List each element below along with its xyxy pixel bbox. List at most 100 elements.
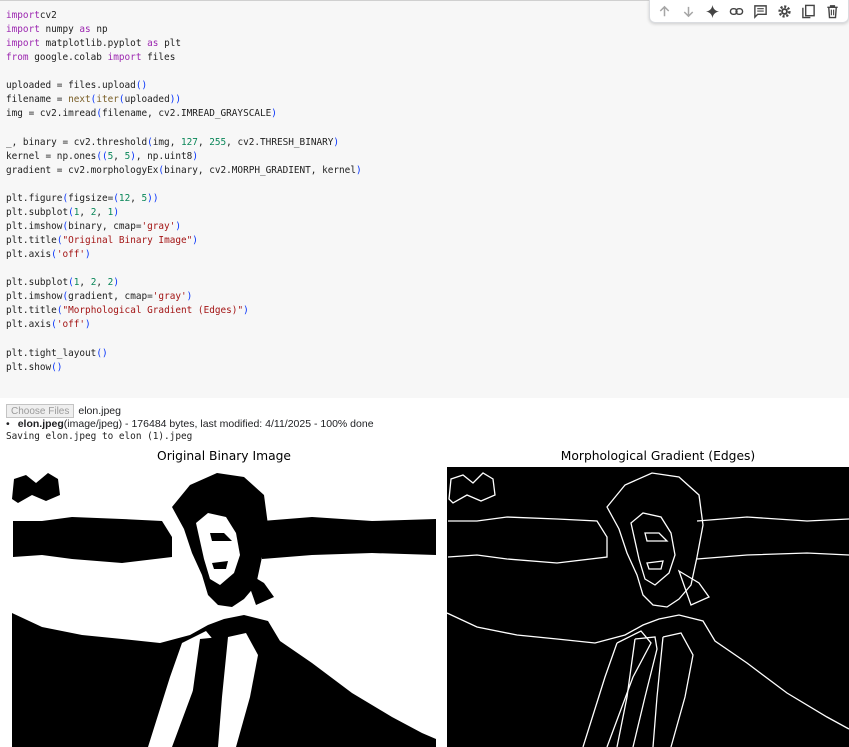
code-token: gradient = cv2.morphologyEx bbox=[6, 164, 159, 176]
code-token: np bbox=[90, 24, 108, 36]
code-token: numpy bbox=[39, 24, 80, 36]
code-line: filename = next(iter(uploaded)) bbox=[6, 93, 362, 107]
code-line: plt.figure(figsize=(12, 5)) bbox=[6, 192, 362, 206]
code-token: plt bbox=[158, 38, 181, 50]
code-token: , bbox=[79, 277, 91, 289]
cell-toolbar bbox=[649, 0, 849, 23]
code-line: plt.imshow(binary, cmap='gray') bbox=[6, 220, 362, 234]
code-token: ) bbox=[113, 277, 119, 289]
code-token: files bbox=[141, 52, 176, 64]
code-token: plt.axis bbox=[6, 249, 52, 261]
code-line: plt.subplot(1, 2, 2) bbox=[6, 276, 362, 290]
delete-button[interactable] bbox=[820, 0, 844, 22]
code-token: ) bbox=[192, 150, 198, 162]
code-token: ) bbox=[271, 108, 277, 120]
gemini-button[interactable] bbox=[700, 0, 724, 22]
code-line: importcv2 bbox=[6, 9, 362, 23]
code-token: img = cv2.imread bbox=[6, 108, 97, 120]
sparkle-icon bbox=[705, 4, 719, 18]
code-line: import numpy as np bbox=[6, 23, 362, 37]
code-line: plt.imshow(gradient, cmap='gray') bbox=[6, 290, 362, 304]
code-token: plt.subplot bbox=[6, 206, 69, 218]
gear-icon bbox=[777, 4, 791, 18]
bullet: • bbox=[6, 418, 10, 430]
code-token: ) bbox=[192, 235, 198, 246]
code-token: , np.uint8 bbox=[135, 150, 193, 162]
code-token: iter bbox=[96, 94, 119, 106]
code-token: plt.imshow bbox=[6, 220, 63, 232]
link-button[interactable] bbox=[724, 0, 748, 22]
mirror-cell-button[interactable] bbox=[796, 0, 820, 22]
code-token: binary, cmap= bbox=[68, 220, 142, 232]
code-token: import bbox=[6, 24, 40, 36]
code-line: uploaded = files.upload() bbox=[6, 79, 362, 93]
code-token: plt.title bbox=[6, 235, 57, 246]
trash-icon bbox=[826, 4, 838, 18]
code-token: () bbox=[51, 361, 63, 373]
code-token: uploaded = files.upload bbox=[6, 80, 136, 92]
code-token: ) bbox=[175, 220, 182, 232]
code-token: )) bbox=[147, 192, 159, 204]
comment-icon bbox=[753, 4, 767, 19]
code-token: google.colab bbox=[28, 52, 108, 64]
move-up-button[interactable] bbox=[652, 0, 676, 22]
code-token: 127 bbox=[181, 136, 198, 148]
code-token: ) bbox=[113, 206, 119, 218]
choose-files-button[interactable]: Choose Files bbox=[6, 404, 75, 418]
code-token: as bbox=[79, 24, 91, 36]
right-plot-title: Morphological Gradient (Edges) bbox=[560, 449, 756, 463]
code-line: plt.tight_layout() bbox=[6, 347, 362, 361]
comment-button[interactable] bbox=[748, 0, 772, 22]
code-token: import bbox=[6, 38, 40, 50]
code-editor[interactable]: importcv2 import numpy as np import matplo… bbox=[6, 9, 362, 375]
code-line: plt.title("Morphological Gradient (Edges… bbox=[6, 304, 362, 318]
code-token: binary, cv2.MORPH_GRADIENT, kernel bbox=[164, 164, 356, 176]
code-token: "Morphological Gradient (Edges)" bbox=[62, 305, 244, 317]
code-line: plt.show() bbox=[6, 361, 362, 375]
code-token: ) bbox=[355, 164, 362, 176]
code-line: gradient = cv2.morphologyEx(binary, cv2.… bbox=[6, 164, 362, 178]
code-token: ) bbox=[85, 249, 91, 261]
code-token: plt.subplot bbox=[6, 277, 69, 289]
code-line: plt.subplot(1, 2, 1) bbox=[6, 206, 362, 220]
uploaded-file-detail: (image/jpeg) - 176484 bytes, last modifi… bbox=[63, 418, 374, 430]
link-icon bbox=[729, 7, 743, 15]
code-token: 255 bbox=[209, 136, 227, 148]
gradient-image-plot bbox=[447, 467, 849, 747]
code-token: 'gray' bbox=[152, 291, 187, 303]
uploaded-file-name: elon.jpeg bbox=[17, 418, 64, 430]
code-token: 'off' bbox=[56, 319, 86, 331]
code-token: , bbox=[197, 136, 210, 148]
code-token: _, binary = cv2.threshold bbox=[6, 136, 148, 148]
uploaded-file-info: • elon.jpeg (image/jpeg) - 176484 bytes,… bbox=[6, 418, 374, 430]
code-token: ) bbox=[243, 305, 249, 317]
code-token: filename = bbox=[6, 94, 69, 106]
code-cell[interactable]: importcv2 import numpy as np import matplo… bbox=[0, 1, 849, 398]
settings-button[interactable] bbox=[772, 0, 796, 22]
mirror-cell-icon bbox=[801, 4, 815, 18]
code-line: _, binary = cv2.threshold(img, 127, 255,… bbox=[6, 136, 362, 150]
code-token: , bbox=[96, 277, 108, 289]
code-token: from bbox=[6, 52, 29, 64]
code-line: plt.axis('off') bbox=[6, 318, 362, 332]
code-token: plt.figure bbox=[6, 192, 63, 204]
code-token: plt.title bbox=[6, 305, 57, 317]
code-token: figsize= bbox=[68, 192, 114, 204]
code-line: plt.axis('off') bbox=[6, 248, 362, 262]
code-token: plt.tight_layout bbox=[6, 347, 97, 359]
code-token: 'off' bbox=[56, 249, 86, 261]
move-down-button[interactable] bbox=[676, 0, 700, 22]
code-token: plt.axis bbox=[6, 319, 52, 331]
binary-image-plot bbox=[12, 467, 436, 747]
code-token: , bbox=[79, 206, 91, 218]
code-line: plt.title("Original Binary Image") bbox=[6, 234, 362, 248]
code-token: 'gray' bbox=[141, 220, 176, 232]
code-line: img = cv2.imread(filename, cv2.IMREAD_GR… bbox=[6, 107, 362, 121]
code-token: )) bbox=[169, 94, 182, 106]
code-token: , cv2.THRESH_BINARY bbox=[226, 136, 334, 148]
code-token: ) bbox=[85, 319, 91, 331]
